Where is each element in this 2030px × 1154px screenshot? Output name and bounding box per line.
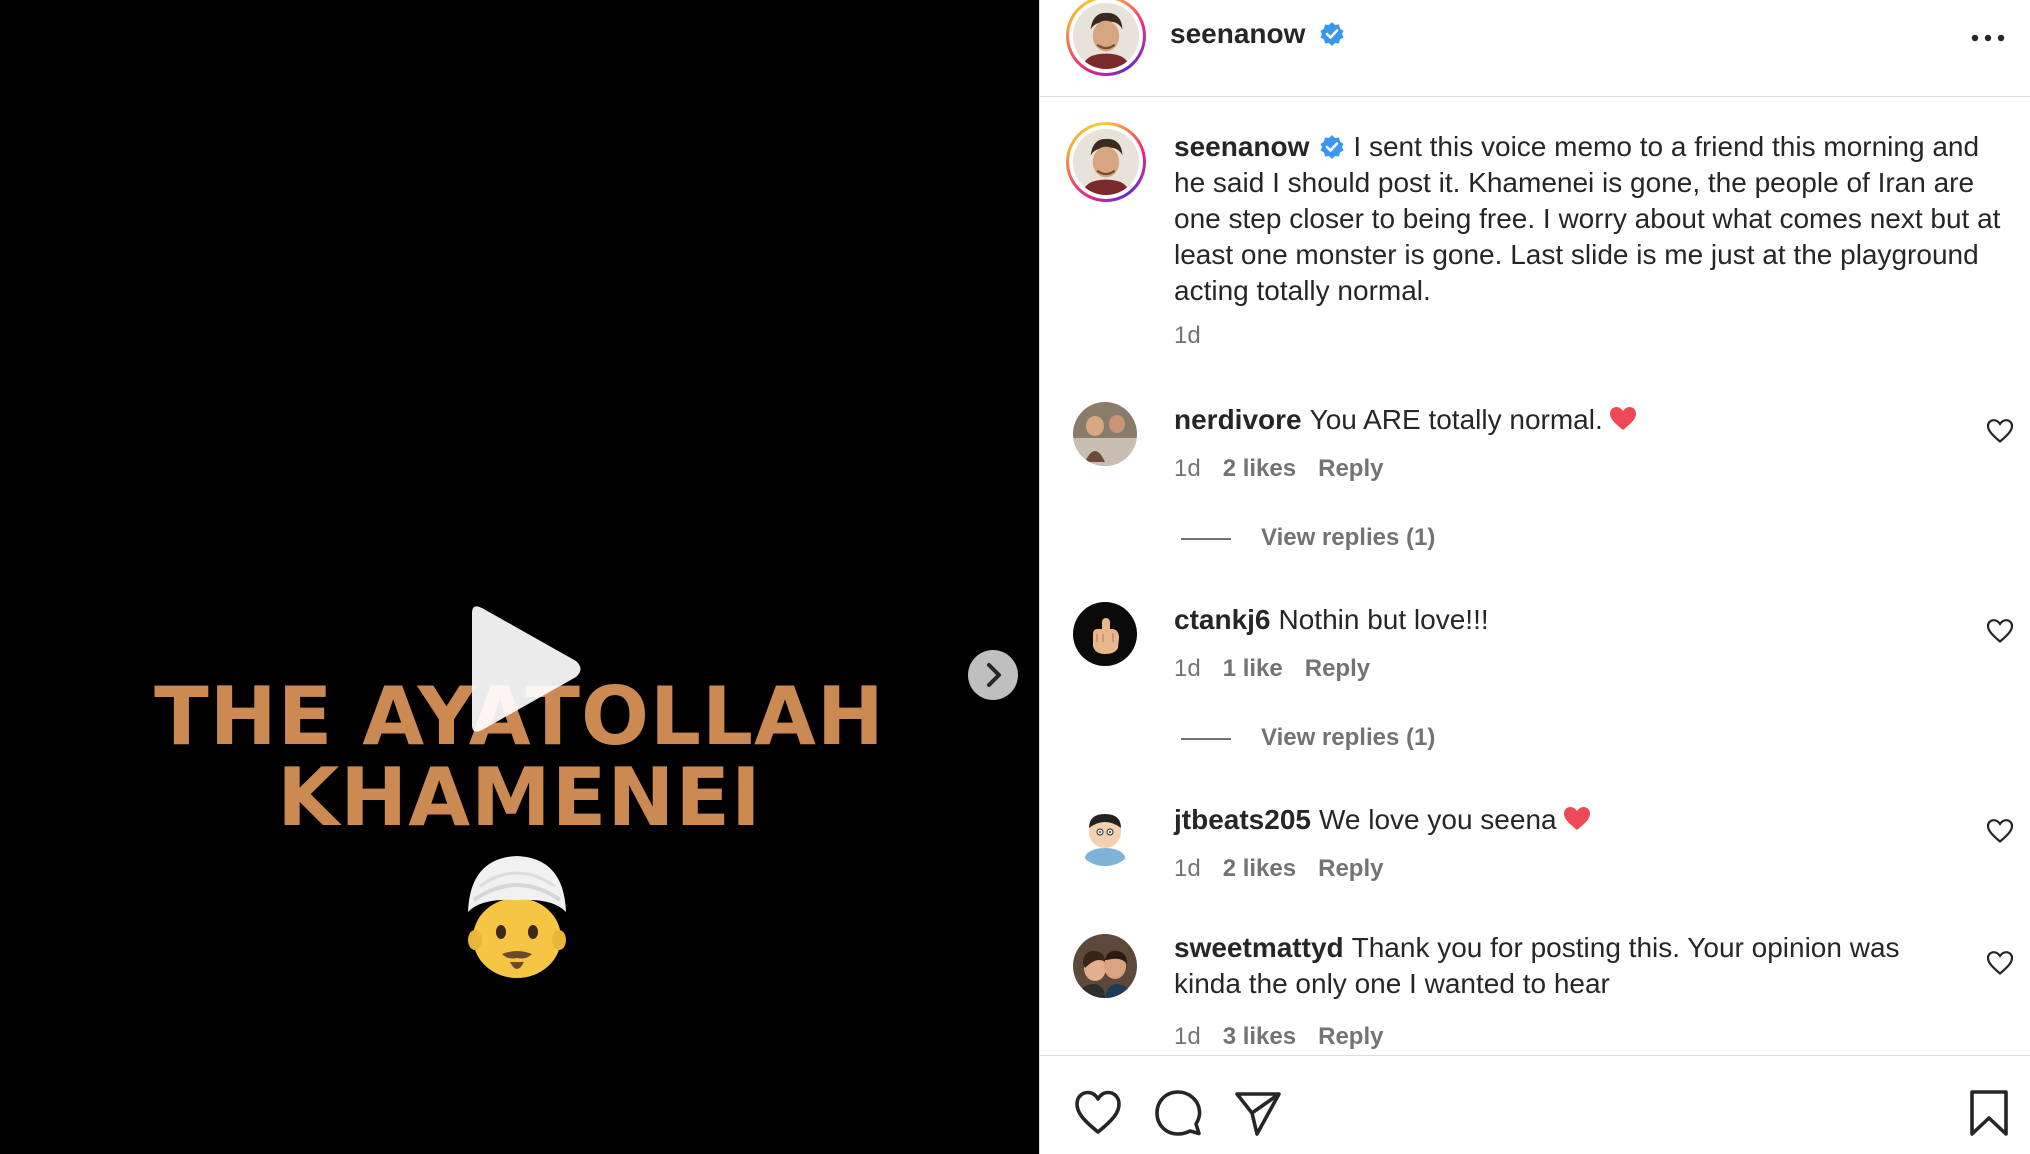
man-with-turban-emoji bbox=[468, 856, 566, 978]
like-comment-heart-icon[interactable] bbox=[1986, 418, 2014, 444]
share-paper-plane-icon[interactable] bbox=[1233, 1088, 1283, 1138]
comment-meta: 1d 2 likes Reply bbox=[1174, 455, 1405, 483]
view-replies-button[interactable]: View replies (1) bbox=[1181, 524, 1435, 552]
save-bookmark-icon[interactable] bbox=[1964, 1088, 2014, 1138]
commenter-avatar[interactable] bbox=[1073, 402, 1137, 466]
comment-meta: 1d 2 likes Reply bbox=[1174, 855, 1405, 883]
comment-text: sweetmattyd Thank you for posting this. Y… bbox=[1174, 930, 1954, 1002]
author-avatar[interactable] bbox=[1066, 0, 1146, 76]
comment-text: nerdivore You ARE totally normal. bbox=[1174, 402, 1954, 438]
play-icon[interactable] bbox=[458, 603, 586, 735]
header-author: seenanow bbox=[1170, 16, 1345, 52]
red-heart-emoji bbox=[1563, 807, 1590, 830]
like-comment-heart-icon[interactable] bbox=[1986, 950, 2014, 976]
comment-time: 1d bbox=[1174, 855, 1201, 882]
view-replies-button[interactable]: View replies (1) bbox=[1181, 724, 1435, 752]
view-replies-label: View replies (1) bbox=[1261, 524, 1436, 551]
verified-badge-icon bbox=[1320, 22, 1344, 46]
comment-username[interactable]: jtbeats205 bbox=[1174, 804, 1311, 835]
next-slide-button[interactable] bbox=[968, 650, 1018, 700]
red-heart-emoji bbox=[1609, 407, 1636, 430]
header-username[interactable]: seenanow bbox=[1170, 18, 1305, 49]
post-actions-bar bbox=[1040, 1055, 2030, 1154]
like-heart-icon[interactable] bbox=[1073, 1088, 1123, 1138]
comment-time: 1d bbox=[1174, 655, 1201, 682]
comment-body: You ARE totally normal. bbox=[1309, 404, 1603, 435]
reply-button[interactable]: Reply bbox=[1318, 1023, 1383, 1050]
comment-username[interactable]: sweetmattyd bbox=[1174, 932, 1344, 963]
comment-likes[interactable]: 1 like bbox=[1223, 655, 1283, 682]
chevron-right-icon bbox=[987, 663, 1001, 687]
view-replies-label: View replies (1) bbox=[1261, 724, 1436, 751]
post-header: seenanow bbox=[1040, 0, 2030, 97]
like-comment-heart-icon[interactable] bbox=[1986, 618, 2014, 644]
comment-body: We love you seena bbox=[1318, 804, 1557, 835]
comment-text: ctankj6 Nothin but love!!! bbox=[1174, 602, 1954, 638]
comment-username[interactable]: ctankj6 bbox=[1174, 604, 1271, 635]
caption-timestamp: 1d bbox=[1174, 322, 1201, 349]
post-panel: seenanow seenanow I sent this voice memo… bbox=[1039, 0, 2030, 1154]
reply-button[interactable]: Reply bbox=[1318, 455, 1383, 482]
reply-button[interactable]: Reply bbox=[1305, 655, 1370, 682]
replies-divider bbox=[1181, 537, 1231, 540]
more-options-icon[interactable] bbox=[1966, 20, 2010, 56]
post-media[interactable]: THE AYATOLLAH KHAMENEI bbox=[0, 0, 1039, 1154]
commenter-avatar[interactable] bbox=[1073, 602, 1137, 666]
commenter-avatar[interactable] bbox=[1073, 934, 1137, 998]
caption-username[interactable]: seenanow bbox=[1174, 131, 1309, 162]
comment-time: 1d bbox=[1174, 1023, 1201, 1050]
comment-username[interactable]: nerdivore bbox=[1174, 404, 1302, 435]
comment-likes[interactable]: 2 likes bbox=[1223, 855, 1296, 882]
comment-meta: 1d 3 likes Reply bbox=[1174, 1023, 1405, 1051]
caption-text: seenanow I sent this voice memo to a fri… bbox=[1174, 129, 2014, 309]
comment-meta: 1d 1 like Reply bbox=[1174, 655, 1392, 683]
commenter-avatar[interactable] bbox=[1073, 802, 1137, 866]
verified-badge-icon bbox=[1320, 135, 1344, 159]
replies-divider bbox=[1181, 737, 1231, 740]
comment-likes[interactable]: 3 likes bbox=[1223, 1023, 1296, 1050]
comment-time: 1d bbox=[1174, 455, 1201, 482]
comment-text: jtbeats205 We love you seena bbox=[1174, 802, 1954, 838]
comment-body: Nothin but love!!! bbox=[1278, 604, 1489, 635]
comment-likes[interactable]: 2 likes bbox=[1223, 455, 1296, 482]
comment-bubble-icon[interactable] bbox=[1153, 1088, 1203, 1138]
overlay-title-line2: KHAMENEI bbox=[277, 751, 762, 844]
like-comment-heart-icon[interactable] bbox=[1986, 818, 2014, 844]
reply-button[interactable]: Reply bbox=[1318, 855, 1383, 882]
caption-avatar[interactable] bbox=[1066, 122, 1146, 202]
